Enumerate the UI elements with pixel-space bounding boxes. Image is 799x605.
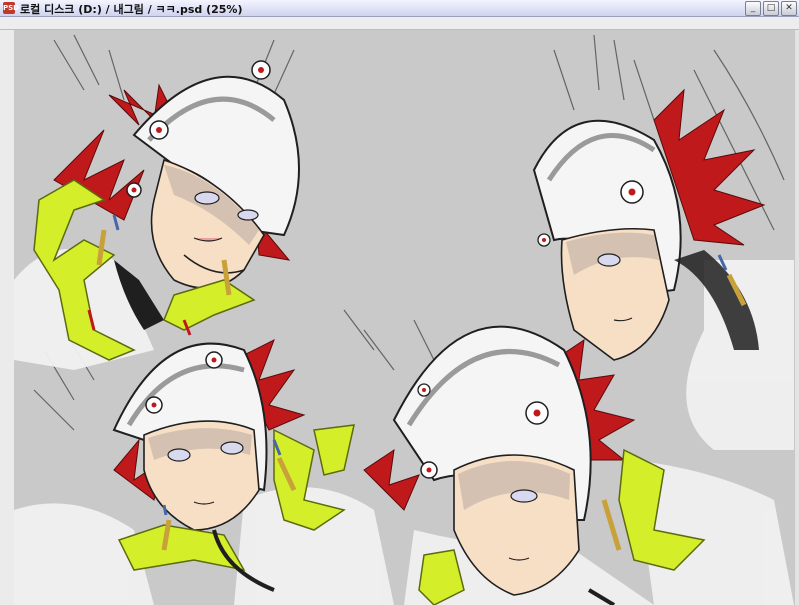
window-title: 로컬 디스크 (D:) / 내그림 / ㅋㅋ.psd (25%) [20, 3, 243, 16]
app-icon: PSD [3, 2, 19, 14]
minimize-button[interactable]: _ [745, 1, 761, 16]
figure-top-right [532, 88, 766, 361]
maximize-button[interactable]: □ [763, 1, 779, 16]
canvas-left-margin [0, 30, 15, 605]
document-frame [0, 17, 799, 30]
figure-top-left [33, 60, 300, 361]
drawing-canvas[interactable] [14, 30, 794, 605]
vertical-scrollbar[interactable] [795, 30, 799, 605]
artwork [14, 34, 794, 605]
window-controls: _ □ ✕ [745, 1, 797, 16]
title-bar: PSD 로컬 디스크 (D:) / 내그림 / ㅋㅋ.psd (25%) _ □… [0, 0, 799, 17]
close-button[interactable]: ✕ [781, 1, 797, 16]
